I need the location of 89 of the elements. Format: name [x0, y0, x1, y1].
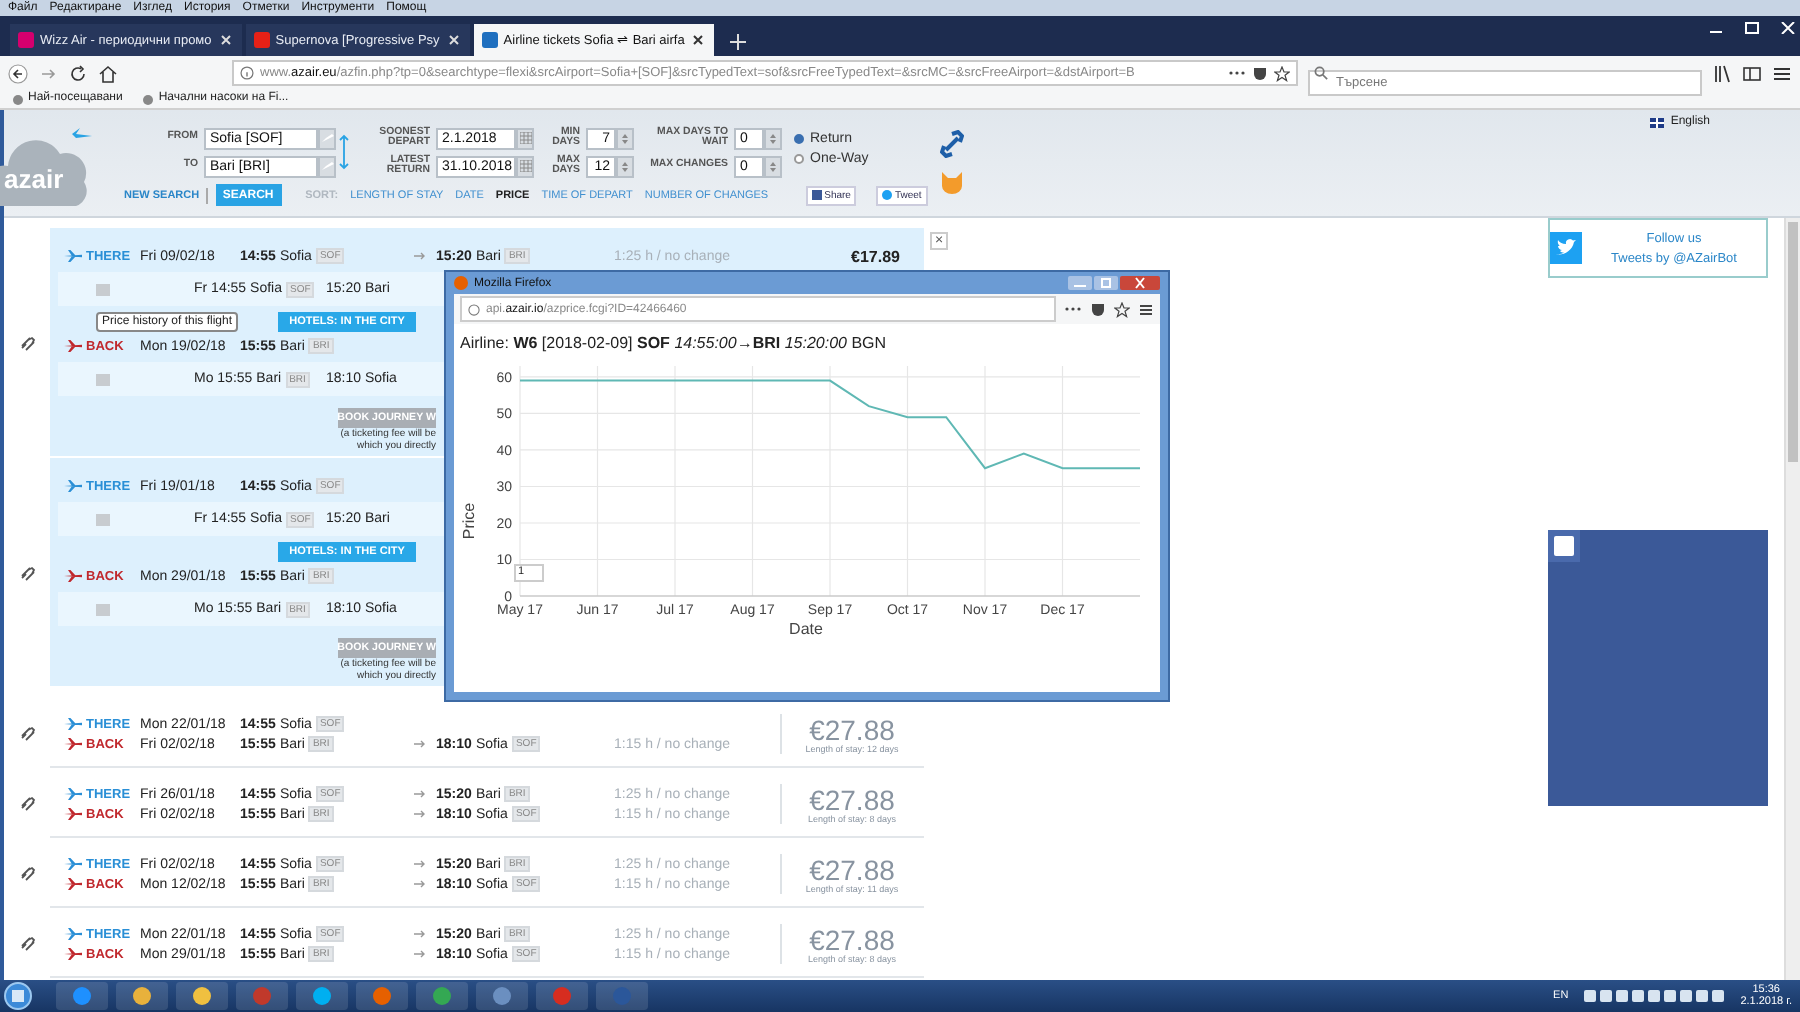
circle-icon — [552, 986, 572, 1006]
site-icon — [253, 32, 270, 48]
tray-icons-drawing[interactable] — [1584, 988, 1725, 1004]
more-icon[interactable] — [1228, 66, 1246, 80]
app-icon[interactable] — [116, 982, 168, 1010]
y-axis-title: Price — [460, 502, 478, 540]
arrow-icon — [414, 860, 426, 868]
spinner-arrows-icon — [620, 159, 630, 173]
circle-icon — [312, 986, 332, 1006]
price: €27.88 — [809, 855, 895, 883]
bird-icon — [1550, 232, 1582, 264]
home-icon[interactable] — [98, 63, 118, 83]
arrow-icon — [414, 252, 426, 260]
arrow-icon — [414, 810, 426, 818]
flight-heading: Airline: W6 [2018-02-09] SOF 14:55:00→BRI 15:20:00 BGN — [458, 332, 889, 356]
arrow-icon — [414, 950, 426, 958]
app-icon[interactable] — [296, 982, 348, 1010]
browser-icon — [454, 276, 468, 290]
app-icon[interactable] — [176, 982, 228, 1010]
search-icon — [1314, 66, 1328, 80]
circle-icon — [372, 986, 392, 1006]
arrow-icon — [414, 740, 426, 748]
price: €27.88 — [809, 925, 895, 953]
spin-button[interactable] — [616, 127, 634, 149]
link-icon[interactable] — [939, 130, 964, 158]
flag-icon — [1650, 117, 1665, 127]
logo-icon — [1548, 530, 1580, 562]
logo-icon — [812, 190, 823, 200]
circle-icon — [192, 986, 212, 1006]
arrow-icon — [414, 880, 426, 888]
reload-icon[interactable] — [68, 63, 88, 83]
pocket-icon[interactable] — [1090, 301, 1106, 317]
link-icon[interactable] — [19, 935, 35, 951]
library-icon[interactable] — [1712, 63, 1732, 83]
cat-icon — [939, 170, 964, 194]
site-icon — [481, 32, 498, 48]
more-icon[interactable] — [1064, 302, 1082, 316]
star-icon[interactable] — [1274, 65, 1290, 81]
app-icon[interactable] — [416, 982, 468, 1010]
maximize-icon[interactable] — [1744, 22, 1760, 34]
spinner-arrows-icon — [620, 131, 630, 145]
info-icon[interactable] — [240, 66, 254, 80]
price: €27.88 — [809, 785, 895, 813]
sidebar-icon[interactable] — [1742, 63, 1762, 83]
spin-button[interactable] — [764, 127, 782, 149]
link-icon[interactable] — [19, 725, 35, 741]
close-icon[interactable] — [690, 32, 707, 48]
site-icon — [18, 32, 34, 48]
x-axis-title: Date — [789, 620, 823, 638]
bookmark-icon — [12, 93, 24, 105]
info-icon[interactable] — [468, 303, 480, 315]
bird-icon — [882, 190, 893, 200]
forward-icon[interactable] — [38, 63, 58, 83]
circle-icon — [432, 986, 452, 1006]
link-icon[interactable] — [19, 335, 35, 351]
menu-icon[interactable] — [1138, 301, 1154, 317]
link-icon[interactable] — [19, 865, 35, 881]
photo-placeholder — [96, 373, 110, 385]
link-icon[interactable] — [19, 565, 35, 581]
back-icon[interactable] — [8, 63, 28, 83]
logo-text: azair — [4, 164, 64, 194]
menu-icon[interactable] — [1772, 63, 1792, 83]
circle-icon — [612, 986, 632, 1006]
pocket-icon[interactable] — [1252, 65, 1268, 81]
calendar-icon — [519, 132, 531, 144]
circle-icon — [132, 986, 152, 1006]
arrow-icon — [414, 930, 426, 938]
circle-icon — [492, 986, 512, 1006]
spinner-arrows-icon — [768, 159, 778, 173]
price: €27.88 — [809, 715, 895, 743]
star-icon[interactable] — [1114, 301, 1130, 317]
link-icon[interactable] — [19, 795, 35, 811]
circle-icon — [252, 986, 272, 1006]
circle-icon — [72, 986, 92, 1006]
spin-button[interactable] — [764, 155, 782, 177]
app-icon[interactable] — [56, 982, 108, 1010]
calendar-icon — [519, 160, 531, 172]
app-icon[interactable] — [476, 982, 528, 1010]
photo-placeholder — [96, 603, 110, 615]
photo-placeholder — [96, 283, 110, 295]
arrow-icon — [414, 790, 426, 798]
new-tab-icon[interactable] — [730, 34, 747, 50]
price: €17.89 — [851, 247, 900, 265]
bookmark-icon — [142, 93, 155, 105]
spinner-arrows-icon — [768, 131, 778, 145]
photo-placeholder — [96, 513, 110, 525]
scrollbar[interactable] — [1784, 218, 1800, 980]
start-button[interactable] — [4, 982, 32, 1010]
spin-button[interactable] — [616, 155, 634, 177]
